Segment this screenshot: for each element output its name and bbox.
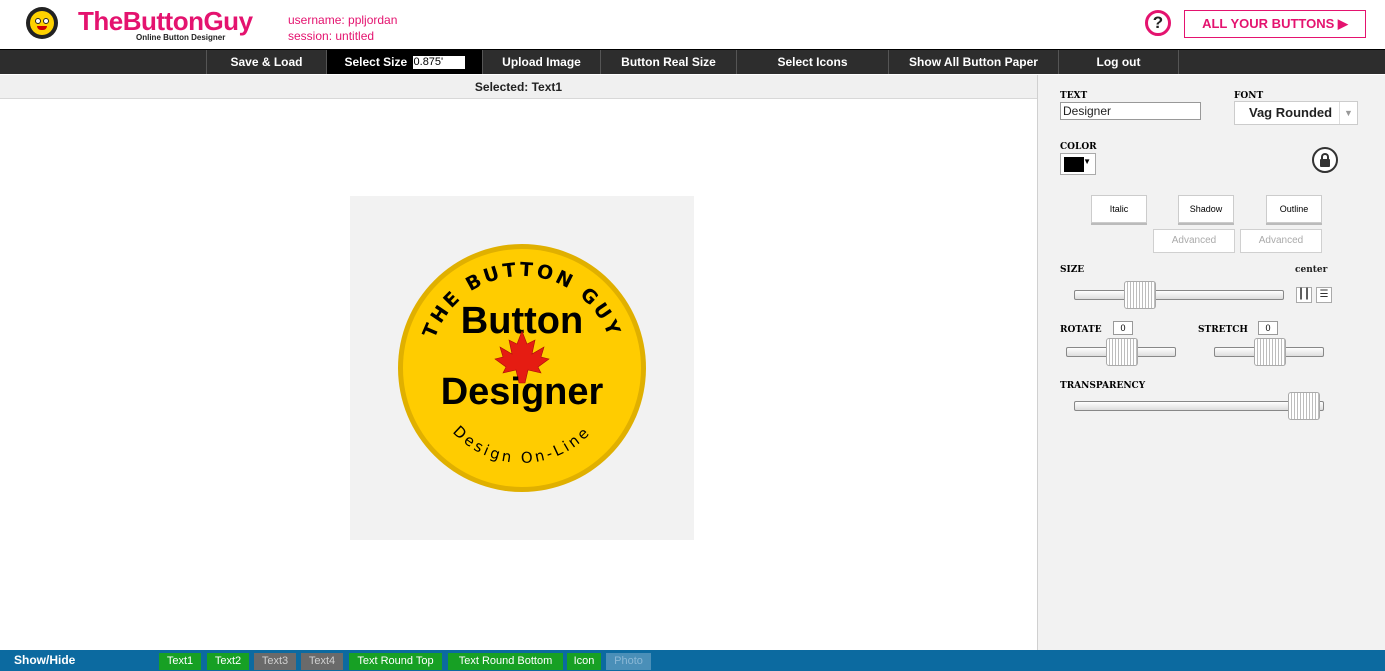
toggle-text-round-top[interactable]: Text Round Top (349, 653, 442, 670)
size-input[interactable]: 0.875' (412, 56, 465, 70)
toggle-text4[interactable]: Text4 (301, 653, 343, 670)
select-size-label: Select Size (344, 55, 408, 69)
button-real-size-button[interactable]: Button Real Size (601, 50, 737, 74)
text-label: TEXT (1060, 91, 1088, 101)
color-swatch (1064, 157, 1084, 172)
size-slider-track[interactable] (1074, 290, 1284, 300)
all-your-buttons-button[interactable]: ALL YOUR BUTTONS ▶ (1184, 10, 1366, 38)
selected-element-label: Selected: Text1 (0, 75, 1037, 99)
brand-subtitle: Online Button Designer (136, 33, 226, 42)
rotate-slider-thumb[interactable] (1106, 338, 1138, 366)
stretch-value[interactable]: 0 (1258, 321, 1278, 335)
username-label: username: ppljordan (288, 13, 398, 27)
italic-button[interactable]: Italic (1091, 195, 1147, 223)
shadow-advanced-button[interactable]: Advanced (1153, 229, 1235, 253)
toggle-text3[interactable]: Text3 (254, 653, 296, 670)
main-menu: Save & Load Select Size 0.875' Upload Im… (0, 49, 1385, 74)
shadow-button[interactable]: Shadow (1178, 195, 1234, 223)
save-load-button[interactable]: Save & Load (206, 50, 327, 74)
center-label: center (1295, 265, 1328, 275)
stretch-slider-thumb[interactable] (1254, 338, 1286, 366)
select-size-button[interactable]: Select Size 0.875' (327, 50, 483, 74)
font-label: FONT (1234, 91, 1264, 101)
button-preview[interactable]: THE BUTTON GUY Button Designer Design On… (350, 196, 694, 540)
outline-button[interactable]: Outline (1266, 195, 1322, 223)
help-icon[interactable]: ? (1145, 10, 1171, 36)
font-select[interactable]: Vag Rounded ▼ (1234, 101, 1358, 125)
transparency-slider-track[interactable] (1074, 401, 1324, 411)
logo-face-icon[interactable] (26, 7, 58, 39)
align-center-horizontal-icon[interactable]: ☰ (1316, 287, 1332, 303)
toggle-icon[interactable]: Icon (567, 653, 601, 670)
font-value: Vag Rounded (1249, 105, 1333, 120)
color-picker[interactable]: ▼ (1060, 153, 1096, 175)
show-all-button-paper-button[interactable]: Show All Button Paper (889, 50, 1059, 74)
dropdown-arrow-icon: ▼ (1339, 102, 1357, 124)
select-icons-button[interactable]: Select Icons (737, 50, 889, 74)
size-slider-thumb[interactable] (1124, 281, 1156, 309)
rotate-value[interactable]: 0 (1113, 321, 1133, 335)
toggle-text-round-bottom[interactable]: Text Round Bottom (448, 653, 563, 670)
text2-line[interactable]: Designer (441, 371, 604, 413)
stretch-label: STRETCH (1198, 325, 1248, 335)
app-header: TheButtonGuy Online Button Designer user… (0, 0, 1385, 48)
lock-icon[interactable] (1312, 147, 1338, 173)
color-label: COLOR (1060, 142, 1097, 152)
transparency-slider-thumb[interactable] (1288, 392, 1320, 420)
transparency-label: TRANSPARENCY (1060, 381, 1146, 391)
align-center-vertical-icon[interactable]: ┃┃ (1296, 287, 1312, 303)
session-label: session: untitled (288, 29, 375, 43)
size-label: SIZE (1060, 265, 1085, 275)
show-hide-label: Show/Hide (14, 653, 76, 667)
upload-image-button[interactable]: Upload Image (483, 50, 601, 74)
user-info: username: ppljordan session: untitled (288, 12, 397, 44)
rotate-label: ROTATE (1060, 325, 1102, 335)
toggle-text1[interactable]: Text1 (159, 653, 201, 670)
properties-panel: TEXT Designer FONT Vag Rounded ▼ COLOR ▼… (1037, 75, 1385, 650)
toggle-text2[interactable]: Text2 (207, 653, 249, 670)
outline-advanced-button[interactable]: Advanced (1240, 229, 1322, 253)
color-dropdown-icon: ▼ (1083, 157, 1091, 166)
show-hide-bar: Show/Hide Text1 Text2 Text3 Text4 Text R… (0, 650, 1385, 671)
log-out-button[interactable]: Log out (1059, 50, 1179, 74)
text-input[interactable]: Designer (1060, 102, 1201, 120)
toggle-photo[interactable]: Photo (606, 653, 651, 670)
